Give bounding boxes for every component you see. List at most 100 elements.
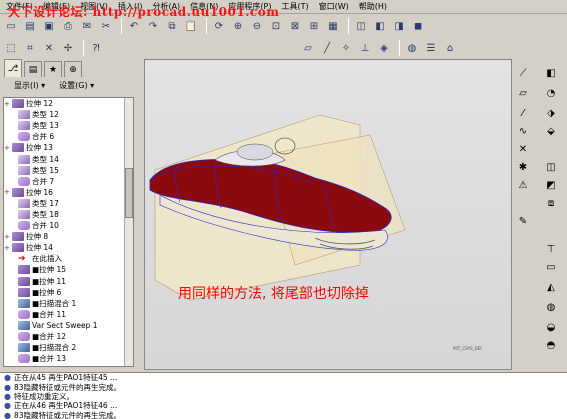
undo-icon[interactable]: ↶ <box>126 18 142 34</box>
expand-toggle-icon[interactable]: + <box>4 100 12 108</box>
zoom-out-icon[interactable]: ⊖ <box>249 18 265 34</box>
datum-axis-tool-icon[interactable]: ▱ <box>515 85 531 101</box>
scrollbar-thumb[interactable] <box>125 168 133 218</box>
cut-icon[interactable]: ✂ <box>98 18 114 34</box>
datum-plane-tool-icon[interactable]: ⟋ <box>515 65 531 81</box>
menu-view[interactable]: 视图(V) <box>80 1 108 12</box>
filter-icon[interactable]: ⌗ <box>22 40 38 56</box>
round-tool-icon[interactable]: ◍ <box>543 299 559 315</box>
tree-row[interactable]: ■扫描混合 2 <box>4 342 133 353</box>
redo-icon[interactable]: ↷ <box>145 18 161 34</box>
select-icon[interactable]: ⬚ <box>3 40 19 56</box>
menu-info[interactable]: 信息(N) <box>190 1 218 12</box>
tree-row[interactable]: ■拉伸 15 <box>4 264 133 275</box>
email-icon[interactable]: ✉ <box>79 18 95 34</box>
model-tree[interactable]: + 拉伸 12 类型 12 类型 13 合并 6 + 拉伸 13 类型 14 类型 15 合并 7… <box>3 97 134 367</box>
datum-point-tool-icon[interactable]: ✕ <box>515 141 531 157</box>
sweep-tool-icon[interactable]: ⬗ <box>543 105 559 121</box>
model-tree-icon[interactable]: ⌂ <box>442 40 458 56</box>
tree-row[interactable]: ■拉伸 6 <box>4 287 133 298</box>
menu-tools[interactable]: 工具(T) <box>282 1 309 12</box>
menu-analysis[interactable]: 分析(A) <box>152 1 180 12</box>
extrude-tool-icon[interactable]: ◧ <box>543 65 559 81</box>
fit-view-icon[interactable]: ⊡ <box>268 18 284 34</box>
tree-row[interactable]: ■拉伸 11 <box>4 276 133 287</box>
menu-insert[interactable]: 插入(I) <box>118 1 143 12</box>
folder-browser-tab-icon[interactable]: ▤ <box>24 61 42 77</box>
tree-row[interactable]: 类型 15 <box>4 165 133 176</box>
menu-file[interactable]: 文件(F) <box>6 1 33 12</box>
tree-row[interactable]: + 拉伸 8 <box>4 231 133 242</box>
menu-help[interactable]: 帮助(H) <box>359 1 387 12</box>
mirror-tool-icon[interactable]: ⧈ <box>543 195 559 211</box>
draft-tool-icon[interactable]: ◓ <box>543 337 559 353</box>
tree-row[interactable]: Var Sect Sweep 1 <box>4 320 133 331</box>
menu-window[interactable]: 窗口(W) <box>319 1 349 12</box>
regenerate-icon[interactable]: ⟳ <box>211 18 227 34</box>
menu-applications[interactable]: 应用程序(P) <box>228 1 271 12</box>
tree-row[interactable]: ■合并 12 <box>4 331 133 342</box>
merge-tool-icon[interactable]: ◫ <box>543 159 559 175</box>
tree-row[interactable]: + 拉伸 12 <box>4 98 133 109</box>
tree-row[interactable]: + 拉伸 16 <box>4 187 133 198</box>
tree-row[interactable]: 合并 6 <box>4 131 133 142</box>
context-help-icon[interactable]: ⁈ <box>88 40 104 56</box>
solidify-tool-icon[interactable]: ◭ <box>543 279 559 295</box>
favorites-tab-icon[interactable]: ★ <box>44 61 62 77</box>
wireframe-icon[interactable]: ◫ <box>353 18 369 34</box>
model-tree-tab-icon[interactable]: ⎇ <box>4 59 22 77</box>
chamfer-tool-icon[interactable]: ◒ <box>543 319 559 335</box>
tree-row[interactable]: 类型 14 <box>4 153 133 164</box>
expand-toggle-icon[interactable]: + <box>4 244 12 252</box>
tree-row[interactable]: ■扫描混合 1 <box>4 298 133 309</box>
trim-tool-icon[interactable]: ◩ <box>543 177 559 193</box>
tree-row[interactable]: + 拉伸 13 <box>4 142 133 153</box>
tree-row[interactable]: ➔ 在此插入 <box>4 253 133 264</box>
blend-tool-icon[interactable]: ⬙ <box>543 123 559 139</box>
hidden-line-icon[interactable]: ◧ <box>372 18 388 34</box>
offset-tool-icon[interactable]: ⊤ <box>543 241 559 257</box>
tree-scrollbar[interactable] <box>124 98 133 366</box>
shading-icon[interactable]: ◼ <box>410 18 426 34</box>
revolve-tool-icon[interactable]: ◔ <box>543 85 559 101</box>
tree-row[interactable]: + 拉伸 14 <box>4 242 133 253</box>
csys-tool-icon[interactable]: ✱ <box>515 159 531 175</box>
connections-tab-icon[interactable]: ⊕ <box>64 61 82 77</box>
tree-row[interactable]: 类型 18 <box>4 209 133 220</box>
print-icon[interactable]: ⎙ <box>60 18 76 34</box>
thicken-tool-icon[interactable]: ▭ <box>543 259 559 275</box>
datum-toggle-icon[interactable]: ✕ <box>41 40 57 56</box>
no-hidden-icon[interactable]: ◨ <box>391 18 407 34</box>
tree-row[interactable]: ■合并 13 <box>4 353 133 364</box>
orient-icon[interactable]: ⊞ <box>306 18 322 34</box>
expand-toggle-icon[interactable]: + <box>4 188 12 196</box>
menu-edit[interactable]: 编辑(E) <box>43 1 70 12</box>
tree-row[interactable]: 类型 12 <box>4 109 133 120</box>
annotation-icon[interactable]: ◈ <box>376 40 392 56</box>
refit-icon[interactable]: ⊠ <box>287 18 303 34</box>
axis-toggle-icon[interactable]: ✢ <box>60 40 76 56</box>
new-file-icon[interactable]: ▭ <box>3 18 19 34</box>
expand-toggle-icon[interactable]: + <box>4 144 12 152</box>
datum-axis-icon[interactable]: ╱ <box>319 40 335 56</box>
tree-row[interactable]: ■合并 11 <box>4 309 133 320</box>
save-icon[interactable]: ▣ <box>41 18 57 34</box>
spin-center-icon[interactable]: ◍ <box>404 40 420 56</box>
tree-row[interactable]: 类型 17 <box>4 198 133 209</box>
graphics-viewport[interactable]: PRT_CSYS_DEF <box>144 59 512 370</box>
expand-toggle-icon[interactable]: + <box>4 233 12 241</box>
zoom-in-icon[interactable]: ⊕ <box>230 18 246 34</box>
analysis-tool-icon[interactable]: ⚠ <box>515 177 531 193</box>
sketch-curve-tool-icon[interactable]: ∿ <box>515 123 531 139</box>
sketch-tool-icon[interactable]: ✎ <box>515 213 531 229</box>
tree-row[interactable]: 合并 10 <box>4 220 133 231</box>
datum-plane-icon[interactable]: ▱ <box>300 40 316 56</box>
tree-row[interactable]: 类型 13 <box>4 120 133 131</box>
layers-icon[interactable]: ☰ <box>423 40 439 56</box>
settings-dropdown[interactable]: 设置(G) ▾ <box>59 80 94 91</box>
tree-row[interactable]: 合并 7 <box>4 176 133 187</box>
display-dropdown[interactable]: 显示(I) ▾ <box>14 80 45 91</box>
saved-views-icon[interactable]: ▦ <box>325 18 341 34</box>
datum-curve-tool-icon[interactable]: ⁄ <box>515 105 531 121</box>
paste-icon[interactable]: 📋 <box>183 18 199 34</box>
